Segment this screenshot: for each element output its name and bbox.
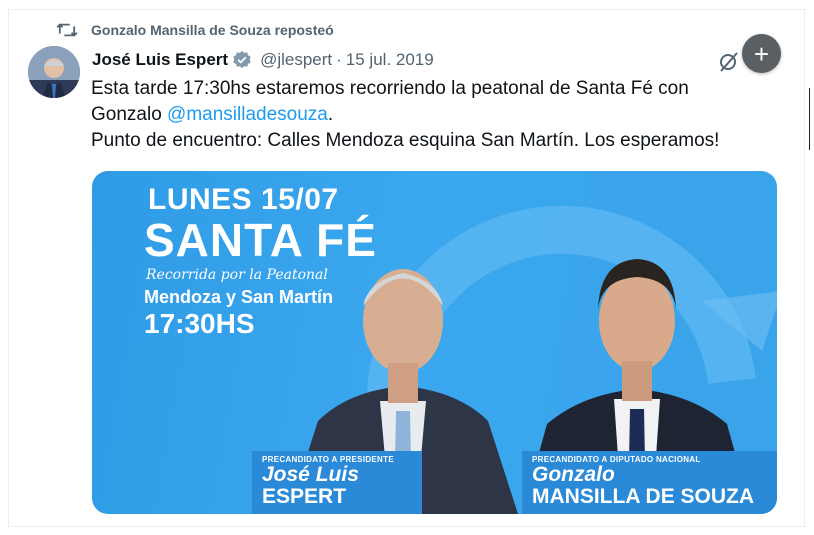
- repost-label: Gonzalo Mansilla de Souza reposteó: [91, 22, 334, 38]
- separator-dot: ·: [336, 50, 342, 69]
- event-time: 17:30HS: [144, 308, 255, 339]
- verified-badge-icon: [232, 50, 252, 70]
- repost-icon: [56, 23, 78, 37]
- tweet-image[interactable]: LUNES 15/07 SANTA FÉ Recorrida por la Pe…: [92, 171, 777, 514]
- tweet-line-1: Esta tarde 17:30hs estaremos recorriendo…: [91, 78, 689, 99]
- tweet-header: José Luis Espert @jlespert · 15 jul. 201…: [92, 47, 434, 73]
- tweet-line-2: Gonzalo @mansilladesouza.: [91, 102, 781, 128]
- tweet-line-2-prefix: Gonzalo: [91, 104, 168, 125]
- author-name[interactable]: José Luis Espert: [92, 50, 228, 70]
- tweet-line-3: Punto de encuentro: Calles Mendoza esqui…: [91, 130, 720, 151]
- grok-icon[interactable]: [717, 49, 741, 73]
- mention-link[interactable]: @mansilladesouza: [167, 104, 328, 125]
- last-name-mansilla: MANSILLA DE SOUZA: [532, 485, 755, 508]
- tweet-line-2-suffix: .: [327, 104, 334, 125]
- tweet-text: Esta tarde 17:30hs estaremos recorriendo…: [91, 76, 781, 154]
- last-name-espert: ESPERT: [262, 485, 347, 508]
- divider: [809, 88, 810, 150]
- tweet-date[interactable]: 15 jul. 2019: [346, 50, 434, 70]
- label-mansilla: PRECANDIDATO A DIPUTADO NACIONAL Gonzalo…: [522, 451, 777, 514]
- repost-indicator[interactable]: Gonzalo Mansilla de Souza reposteó: [56, 18, 334, 42]
- author-handle[interactable]: @jlespert: [260, 50, 332, 70]
- first-name-espert: José Luis: [262, 463, 359, 486]
- event-date: LUNES 15/07: [148, 183, 339, 216]
- first-name-mansilla: Gonzalo: [532, 463, 615, 486]
- label-espert: PRECANDIDATO A PRESIDENTE José Luis ESPE…: [252, 451, 422, 514]
- avatar[interactable]: [28, 46, 80, 98]
- add-button[interactable]: +: [742, 34, 781, 73]
